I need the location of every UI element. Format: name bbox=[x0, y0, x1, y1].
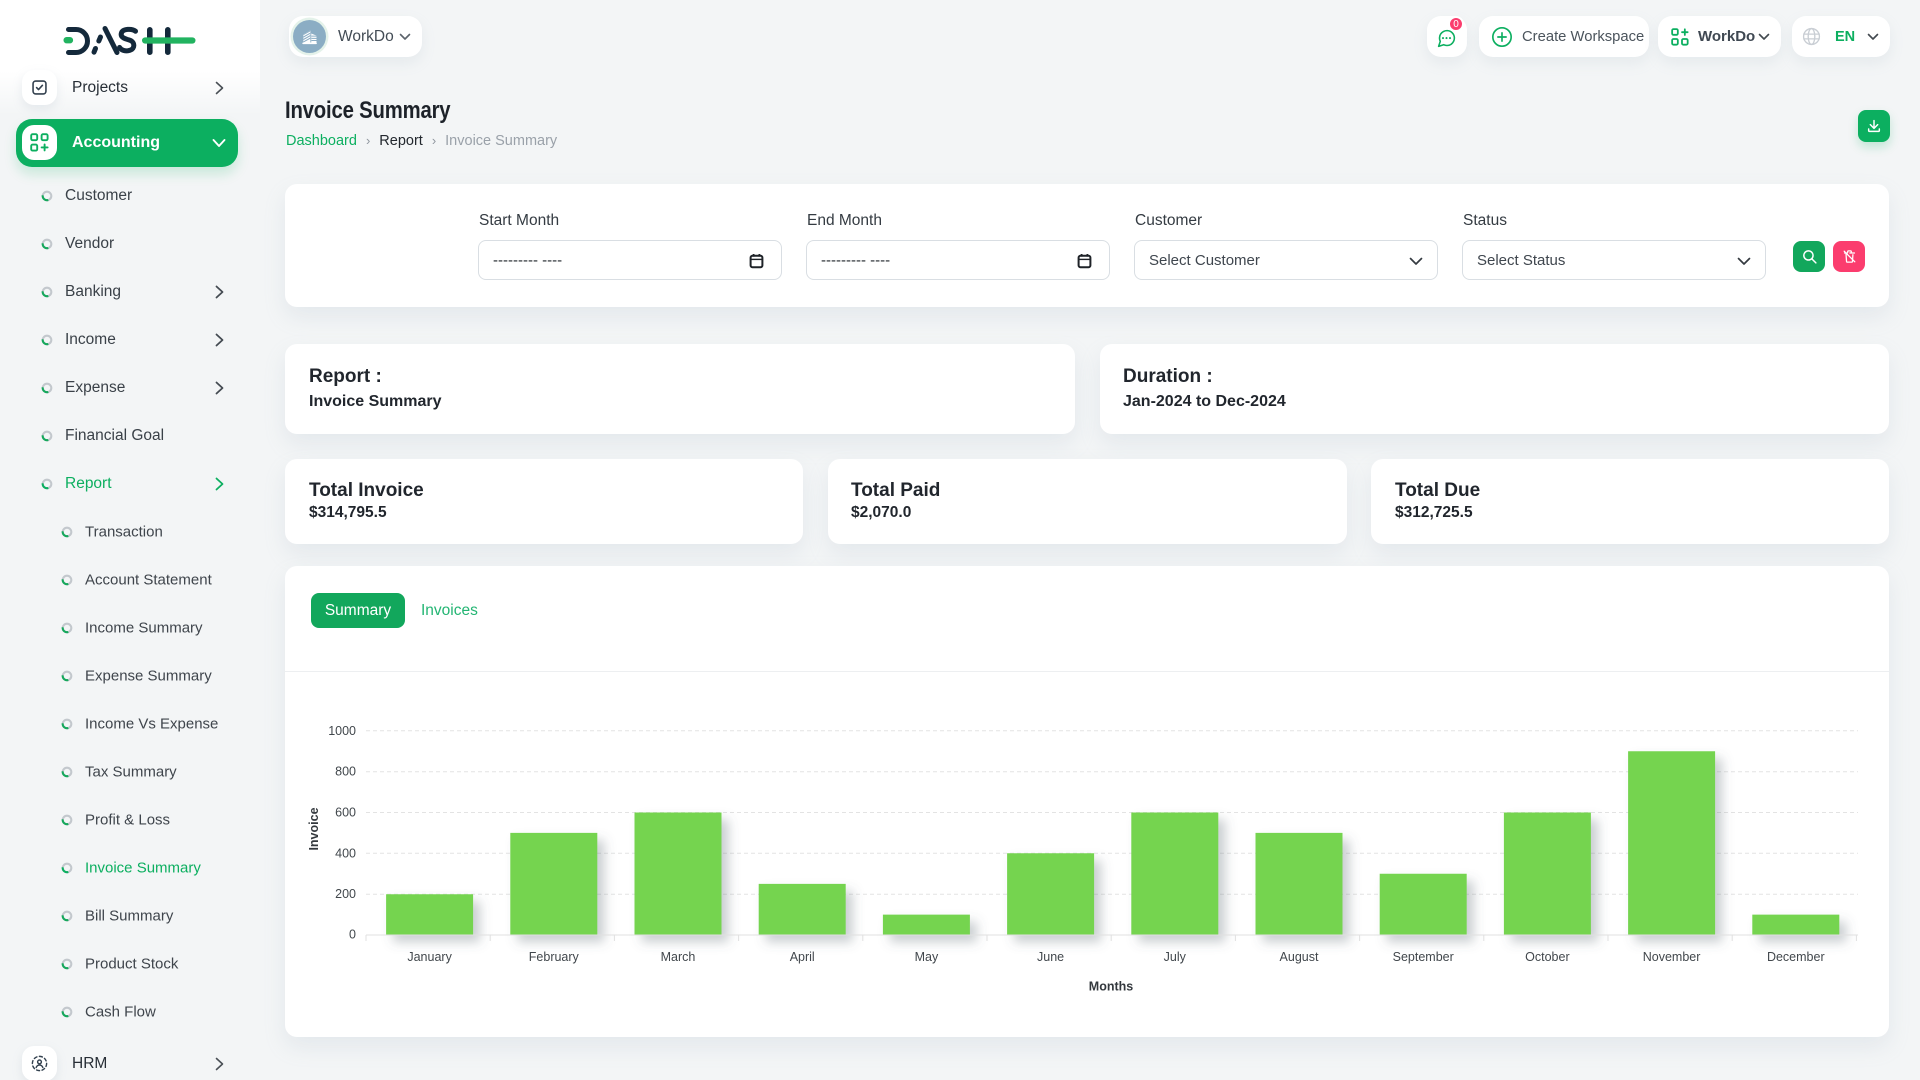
svg-text:April: April bbox=[790, 950, 815, 964]
svg-text:Invoice: Invoice bbox=[307, 807, 321, 850]
svg-text:800: 800 bbox=[335, 765, 356, 779]
svg-text:July: July bbox=[1164, 950, 1187, 964]
svg-text:August: August bbox=[1280, 950, 1319, 964]
svg-text:October: October bbox=[1525, 950, 1569, 964]
svg-text:March: March bbox=[661, 950, 696, 964]
svg-text:February: February bbox=[529, 950, 580, 964]
svg-text:November: November bbox=[1643, 950, 1701, 964]
svg-text:200: 200 bbox=[335, 887, 356, 901]
svg-text:1000: 1000 bbox=[328, 724, 356, 738]
svg-text:400: 400 bbox=[335, 846, 356, 860]
svg-text:June: June bbox=[1037, 950, 1064, 964]
svg-text:December: December bbox=[1767, 950, 1825, 964]
svg-text:January: January bbox=[407, 950, 452, 964]
svg-text:Months: Months bbox=[1089, 980, 1133, 994]
svg-text:0: 0 bbox=[349, 928, 356, 942]
svg-text:September: September bbox=[1393, 950, 1454, 964]
svg-text:May: May bbox=[915, 950, 939, 964]
svg-text:600: 600 bbox=[335, 806, 356, 820]
